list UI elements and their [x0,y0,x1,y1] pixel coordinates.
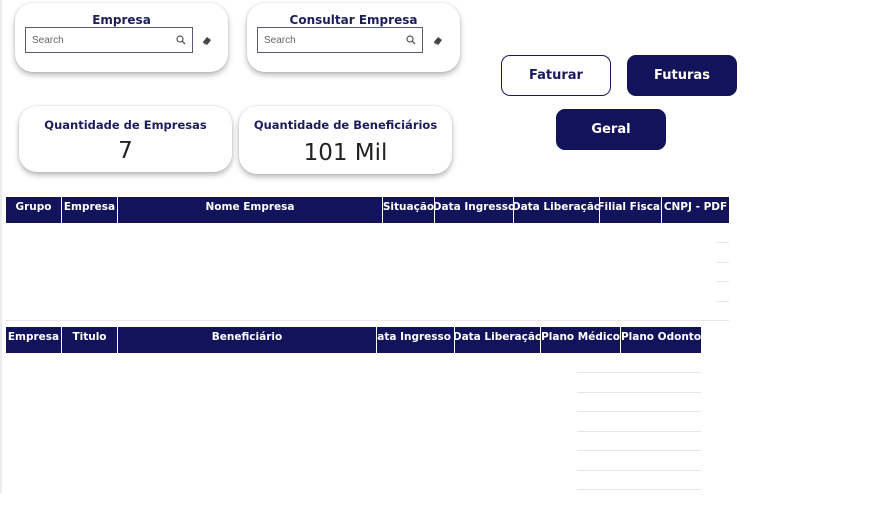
futuras-button[interactable]: Futuras [627,55,737,96]
table-row-divider [577,411,701,412]
table-row-divider [716,281,729,282]
consultar-empresa-search-input[interactable] [264,34,406,46]
empresa-search-box[interactable] [25,27,193,53]
quantidade-empresas-card: Quantidade de Empresas 7 [19,106,232,172]
table-row-divider [577,450,701,451]
eraser-icon[interactable] [200,33,214,47]
consultar-empresa-slicer-title: Consultar Empresa [289,13,418,27]
column-header-titulo[interactable]: Titulo [62,327,118,353]
table-row-divider [6,320,729,321]
column-header-data-ingresso[interactable]: Data Ingresso [377,327,455,353]
column-header-empresa[interactable]: Empresa [6,327,62,353]
search-icon[interactable] [176,35,186,45]
eraser-icon[interactable] [431,33,445,47]
consultar-empresa-slicer: Consultar Empresa [247,3,460,72]
table-row-divider [577,489,701,490]
column-header-filial-fiscal[interactable]: Filial Fiscal [600,197,662,223]
empresa-search-input[interactable] [32,34,176,46]
column-header-beneficiario[interactable]: Beneficiário [118,327,377,353]
column-header-cnpj-pdf[interactable]: CNPJ - PDF [662,197,729,223]
column-header-nome-empresa[interactable]: Nome Empresa [118,197,383,223]
faturar-button[interactable]: Faturar [501,55,611,96]
quantidade-beneficiarios-value: 101 Mil [303,140,388,166]
column-header-data-ingresso[interactable]: Data Ingresso [435,197,514,223]
quantidade-empresas-title: Quantidade de Empresas [44,118,207,132]
consultar-empresa-search-box[interactable] [257,27,423,53]
column-header-situacao[interactable]: Situação [383,197,435,223]
quantidade-beneficiarios-title: Quantidade de Beneficiários [253,118,438,132]
quantidade-beneficiarios-card: Quantidade de Beneficiários 101 Mil [239,106,452,174]
column-header-data-liberacao[interactable]: Data Liberação [514,197,600,223]
table-row-divider [577,470,701,471]
column-header-data-liberacao[interactable]: Data Liberação [455,327,541,353]
page-left-border [0,0,2,493]
column-header-plano-odonto[interactable]: Plano Odonto [621,327,701,353]
table-row-divider [577,392,701,393]
table-row-divider [577,431,701,432]
table-row-divider [716,242,729,243]
empresa-slicer: Empresa [15,3,228,72]
beneficiaries-table-header: Empresa Titulo Beneficiário Data Ingress… [6,327,701,353]
companies-table-header: Grupo Empresa Nome Empresa Situação Data… [6,197,729,223]
quantidade-empresas-value: 7 [118,138,133,164]
table-row-divider [716,301,729,302]
column-header-plano-medico[interactable]: Plano Médico [541,327,621,353]
table-row-divider [577,372,701,373]
search-icon[interactable] [406,35,416,45]
table-row-divider [716,262,729,263]
geral-button[interactable]: Geral [556,109,666,150]
column-header-grupo[interactable]: Grupo [6,197,62,223]
empresa-slicer-title: Empresa [92,13,151,27]
column-header-empresa[interactable]: Empresa [62,197,118,223]
